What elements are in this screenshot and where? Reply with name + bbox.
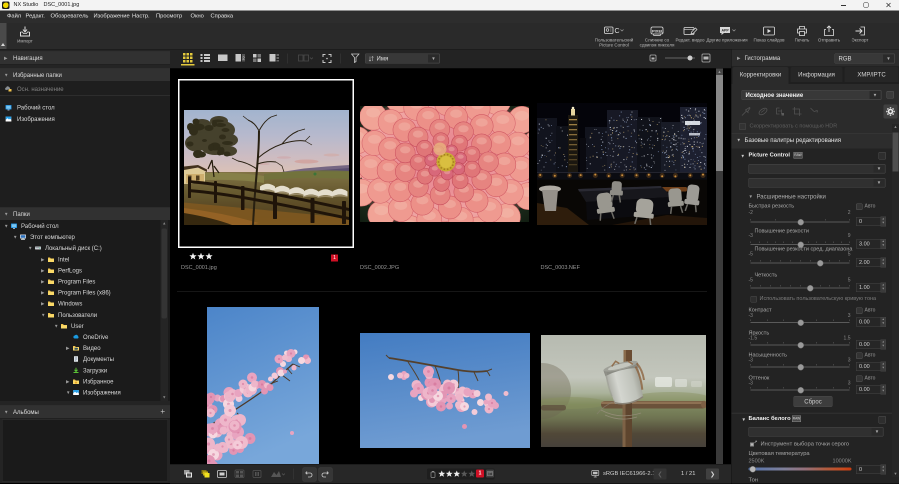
svg-text:APP: APP xyxy=(722,29,730,33)
svg-text:2: 2 xyxy=(242,56,245,61)
svg-text:PIXEL: PIXEL xyxy=(652,29,664,34)
svg-text:C: C xyxy=(615,28,620,35)
